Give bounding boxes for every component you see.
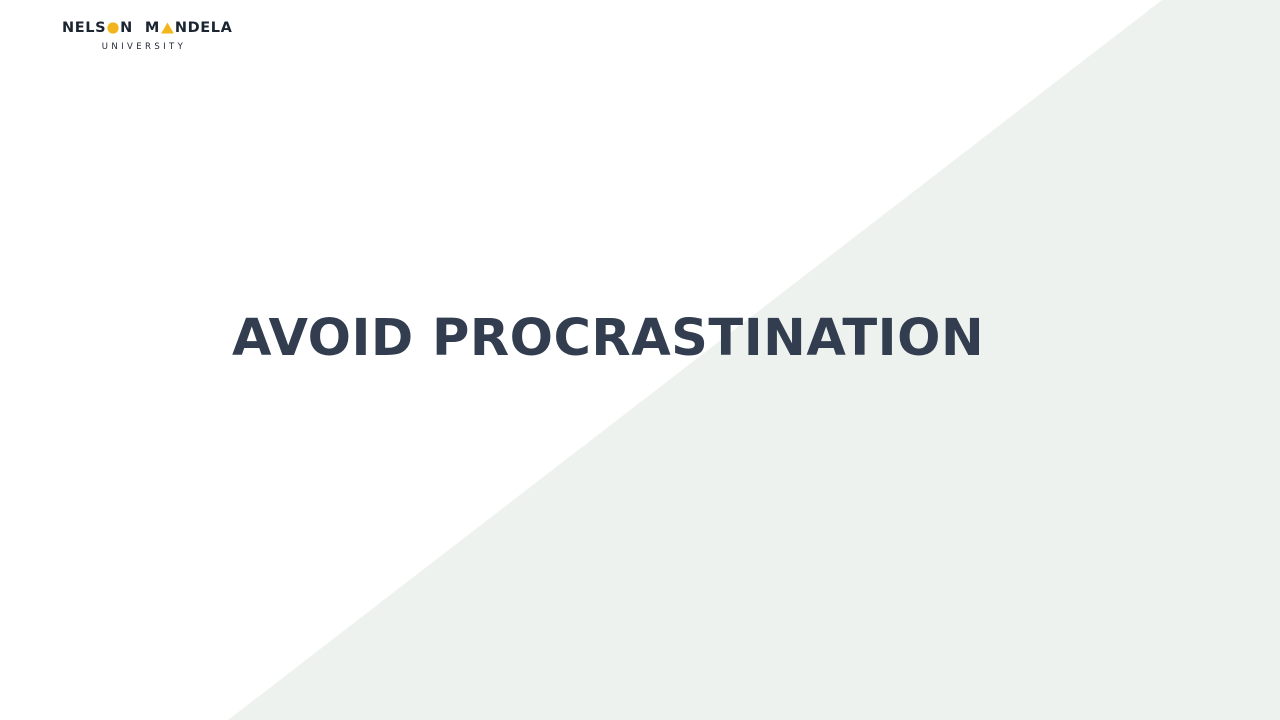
logo-word-nelson-end: N [120, 20, 133, 36]
logo-word-mandela-start: M [144, 20, 160, 36]
presentation-slide: NELS N M NDELA UNIVERSITY AVOID PROCRAST… [0, 0, 1280, 720]
triangle-icon [161, 22, 174, 34]
university-logo: NELS N M NDELA UNIVERSITY [62, 18, 232, 54]
sun-circle-icon [107, 22, 119, 34]
logo-subtitle: UNIVERSITY [101, 42, 187, 52]
logo-word-mandela-end: NDELA [174, 20, 233, 36]
logo-word-mandela: M NDELA [145, 20, 233, 36]
logo-word-nelson: NELS N [62, 20, 133, 36]
logo-wordmark: NELS N M NDELA [62, 20, 232, 36]
logo-word-nelson-start: NELS [62, 20, 107, 36]
slide-title: AVOID PROCRASTINATION [232, 309, 985, 368]
